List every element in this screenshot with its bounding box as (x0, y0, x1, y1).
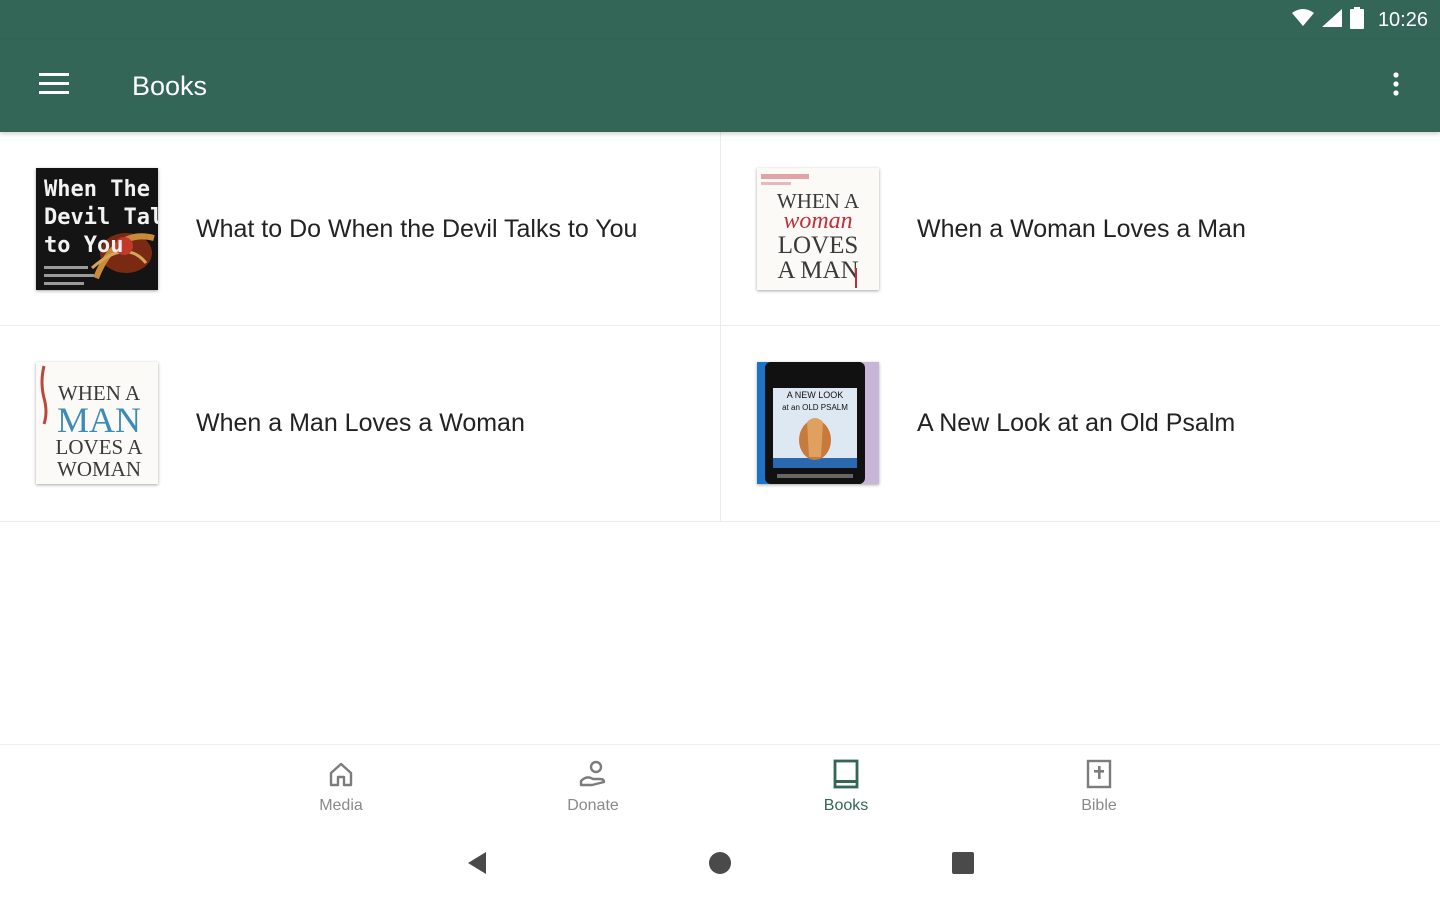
cover-text: LOVES A (56, 435, 144, 459)
book-cover-devil-talks: When The Devil Talks to You (36, 168, 158, 290)
status-time: 10:26 (1377, 8, 1428, 31)
cover-text: WOMAN (57, 457, 141, 481)
system-navigation (0, 830, 1440, 900)
book-cover-woman-loves-man: WHEN A woman LOVES A MAN (757, 168, 879, 290)
overflow-menu-button[interactable] (1372, 62, 1420, 110)
book-icon (832, 757, 860, 791)
cover-text: at an OLD PSALM (782, 403, 848, 412)
book-title: A New Look at an Old Psalm (917, 409, 1236, 437)
book-cover-old-psalm: A NEW LOOK at an OLD PSALM (757, 362, 879, 484)
cover-text: to You (44, 233, 123, 258)
book-item[interactable]: WHEN A MAN LOVES A WOMAN When a Man Love… (0, 326, 721, 522)
system-home-button[interactable] (700, 848, 740, 882)
app-bar: Books (0, 40, 1440, 132)
page-title: Books (132, 71, 208, 101)
cover-text: woman (783, 208, 852, 234)
donate-hand-icon (578, 757, 608, 791)
nav-label: Bible (1081, 797, 1117, 814)
cover-text: MAN (57, 400, 141, 440)
bible-icon (1085, 757, 1113, 791)
home-circle-icon (708, 851, 732, 880)
book-title: When a Woman Loves a Man (917, 215, 1246, 243)
nav-item-media[interactable]: Media (271, 757, 411, 825)
recents-square-icon (951, 851, 975, 880)
book-list: When The Devil Talks to You What to Do W… (0, 132, 1440, 522)
book-title: What to Do When the Devil Talks to You (196, 215, 638, 243)
battery-icon (1349, 6, 1364, 34)
more-vert-icon (1393, 71, 1399, 101)
cell-signal-icon (1321, 8, 1342, 32)
nav-label: Books (823, 797, 869, 814)
system-back-button[interactable] (457, 848, 497, 882)
book-cover-man-loves-woman: WHEN A MAN LOVES A WOMAN (36, 362, 158, 484)
cover-text: Devil Talks (44, 205, 158, 230)
wifi-icon (1291, 8, 1314, 32)
home-icon (327, 757, 355, 791)
menu-button[interactable] (26, 62, 82, 110)
nav-item-books[interactable]: Books (776, 757, 916, 825)
cover-text: A NEW LOOK (787, 390, 844, 400)
book-title: When a Man Loves a Woman (196, 409, 525, 437)
nav-label: Donate (567, 797, 619, 814)
back-triangle-icon (466, 851, 488, 880)
system-recents-button[interactable] (943, 848, 983, 882)
bottom-navigation: Media Donate Books Bible (0, 744, 1440, 831)
book-item[interactable]: A NEW LOOK at an OLD PSALM A New Look at… (721, 326, 1440, 522)
menu-icon (39, 72, 69, 100)
nav-item-donate[interactable]: Donate (523, 757, 663, 825)
status-icons: 10:26 (1291, 6, 1428, 34)
cover-text: When The (44, 177, 150, 202)
nav-label: Media (319, 797, 363, 814)
book-item[interactable]: WHEN A woman LOVES A MAN When a Woman Lo… (721, 132, 1440, 326)
book-item[interactable]: When The Devil Talks to You What to Do W… (0, 132, 721, 326)
status-bar: 10:26 (0, 0, 1440, 40)
nav-item-bible[interactable]: Bible (1029, 757, 1169, 825)
cover-text: LOVES (778, 232, 859, 259)
cover-text: A MAN (777, 257, 858, 284)
screen: 10:26 Books When The Devil Tal to You Wh… (0, 0, 1440, 900)
